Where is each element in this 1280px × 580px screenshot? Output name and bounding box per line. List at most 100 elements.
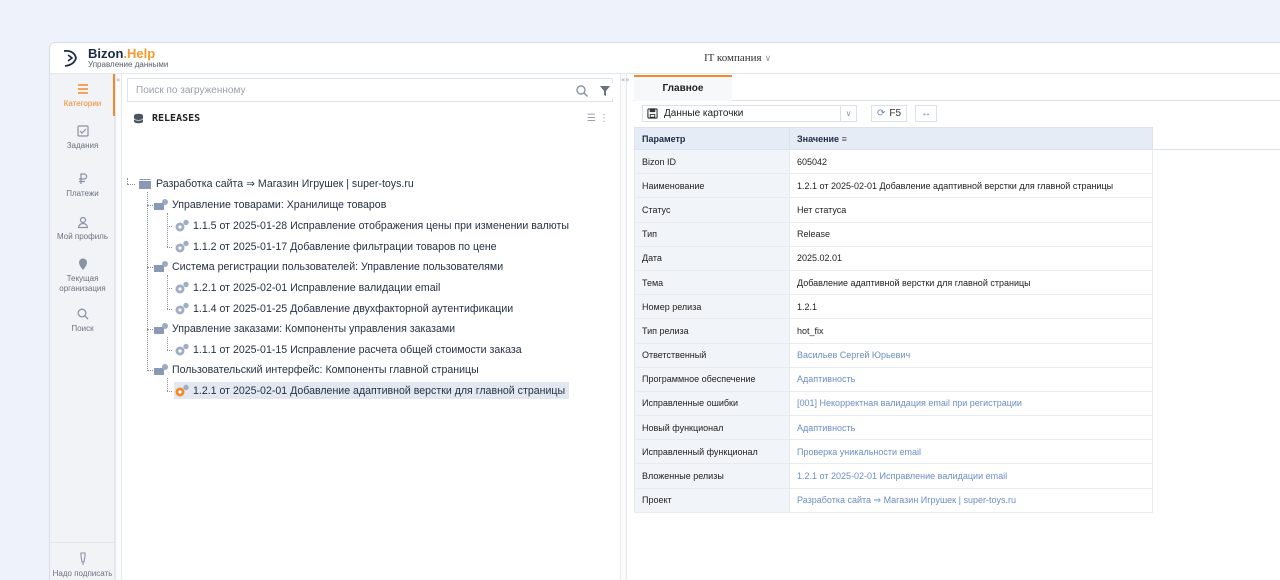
sidebar-item-search[interactable]: Поиск <box>50 307 115 334</box>
expand-horizontal-icon: ↔ <box>921 107 932 119</box>
column-header-param[interactable]: Параметр <box>634 127 790 150</box>
search-icon <box>77 308 88 320</box>
table-row[interactable]: Вложенные релизы 1.2.1 от 2025-02-01 Испр… <box>634 463 1280 489</box>
value-link[interactable]: Васильев Сергей Юрьевич <box>789 342 1153 368</box>
value-cell: 605042 <box>789 148 1153 175</box>
logo-subtitle: Управление данными <box>88 60 169 69</box>
search-field[interactable]: Поиск по загруженному <box>127 78 613 102</box>
table-row[interactable]: Статус Нет статуса <box>634 197 1280 223</box>
param-cell: Тема <box>634 269 790 296</box>
value-link[interactable]: Разработка сайта ⇒ Магазин Игрушек | sup… <box>789 487 1153 513</box>
tree-node-release[interactable]: 1.2.1 от 2025-02-01 Исправление валидаци… <box>174 279 440 296</box>
tree-node-release[interactable]: 1.1.2 от 2025-01-17 Добавление фильтраци… <box>174 238 497 255</box>
table-row[interactable]: Исправленные ошибки [001] Некорректная ва… <box>634 390 1280 417</box>
value-cell: 1.2.1 от 2025-02-01 Добавление адаптивно… <box>789 173 1153 199</box>
table-row[interactable]: Ответственный Васильев Сергей Юрьевич <box>634 342 1280 368</box>
group-icon <box>154 363 168 375</box>
sidebar-item-label: Задания <box>66 141 99 150</box>
param-cell: Дата <box>634 245 790 271</box>
table-row[interactable]: Bizon ID 605042 <box>634 148 1280 175</box>
sidebar-item-categories[interactable]: Категории <box>50 74 116 116</box>
tree-node-group[interactable]: Пользовательский интерфейс: Компоненты г… <box>153 361 479 378</box>
tree-title: RELEASES <box>133 113 200 124</box>
pen-icon <box>79 552 86 565</box>
sidebar-item-label: Надо подписать <box>52 569 113 578</box>
param-cell: Новый функционал <box>634 415 790 441</box>
tree-node-release[interactable]: 1.1.4 от 2025-01-25 Добавление двухфакто… <box>174 300 513 317</box>
tree-connector <box>167 350 172 351</box>
company-selector[interactable]: IT компания ∨ <box>704 52 771 64</box>
sidebar-divider <box>50 542 115 543</box>
hamburger-icon <box>77 84 88 94</box>
refresh-icon: ⟳ <box>877 107 886 119</box>
chevron-down-icon: ∨ <box>840 105 856 121</box>
left-splitter[interactable]: « <box>115 74 122 580</box>
sidebar-item-label: Поиск <box>71 324 94 333</box>
company-name: IT компания <box>704 52 762 64</box>
param-cell: Программное обеспечение <box>634 366 790 392</box>
tree-connector <box>167 247 172 248</box>
user-icon <box>77 216 88 229</box>
sidebar: Категории Задания Платежи Мой профиль Те… <box>50 74 116 580</box>
tree-panel: Поиск по загруженному RELEASES ☰ ⋮ Разра… <box>123 74 617 580</box>
value-link[interactable]: Адаптивность <box>789 415 1153 441</box>
sidebar-item-profile[interactable]: Мой профиль <box>50 215 115 242</box>
tree-connector <box>167 275 168 309</box>
logo[interactable]: Bizon.Help Управление данными <box>60 47 168 69</box>
tree-node-release[interactable]: 1.1.1 от 2025-01-15 Исправление расчета … <box>174 341 522 358</box>
tab-bar: Главное <box>633 74 1280 101</box>
tree-node-release[interactable]: 1.1.5 от 2025-01-28 Исправление отображе… <box>174 217 569 234</box>
filter-lines-icon[interactable]: ≡ <box>842 134 847 144</box>
tree-connector <box>167 309 172 310</box>
table-row[interactable]: Проект Разработка сайта ⇒ Магазин Игрушек… <box>634 487 1280 513</box>
tree-node-group[interactable]: Управление товарами: Хранилище товаров <box>153 196 386 213</box>
search-placeholder: Поиск по загруженному <box>136 85 246 96</box>
checkbox-icon <box>76 125 89 137</box>
middle-splitter[interactable]: «» <box>620 74 630 580</box>
table-row[interactable]: Тип релиза hot_fix <box>634 318 1280 344</box>
tab-main[interactable]: Главное <box>634 75 732 101</box>
tree-menu-icon[interactable]: ☰ ⋮ <box>587 113 609 124</box>
table-row[interactable]: Программное обеспечение Адаптивность <box>634 366 1280 392</box>
table-row[interactable]: Наименование 1.2.1 от 2025-02-01 Добавлен… <box>634 173 1280 199</box>
card-panel: Главное Данные карточки ∨ ⟳ F5 ↔ Параметр… <box>633 74 1280 580</box>
gear-icon <box>175 281 189 293</box>
tree-node-project[interactable]: Разработка сайта ⇒ Магазин Игрушек | sup… <box>137 175 414 192</box>
properties-table: Параметр Значение ≡ Bizon ID 605042 Наимен… <box>634 127 1280 513</box>
gear-icon <box>175 343 189 355</box>
sidebar-item-organization[interactable]: Текущая организация <box>50 257 115 294</box>
sidebar-item-label: Текущая организация <box>59 274 106 293</box>
group-icon <box>154 260 168 272</box>
tree-connector <box>167 226 172 227</box>
param-cell: Тип релиза <box>634 318 790 344</box>
sidebar-item-payments[interactable]: Платежи <box>50 172 115 199</box>
search-icon[interactable] <box>574 83 590 99</box>
table-row[interactable]: Тип Release <box>634 221 1280 247</box>
tree-node-release-selected[interactable]: 1.2.1 от 2025-02-01 Добавление адаптивно… <box>174 382 570 399</box>
value-link[interactable]: [001] Некорректная валидация email при р… <box>789 390 1153 417</box>
value-link[interactable]: 1.2.1 от 2025-02-01 Исправление валидаци… <box>789 463 1153 489</box>
param-cell: Вложенные релизы <box>634 463 790 489</box>
tree-node-group[interactable]: Система регистрации пользователей: Управ… <box>153 258 503 275</box>
value-link[interactable]: Адаптивность <box>789 366 1153 392</box>
sidebar-item-to-sign[interactable]: Надо подписать <box>50 552 115 579</box>
refresh-button[interactable]: ⟳ F5 <box>871 104 908 122</box>
sidebar-item-tasks[interactable]: Задания <box>50 124 115 151</box>
param-cell: Статус <box>634 197 790 223</box>
expand-width-button[interactable]: ↔ <box>915 104 938 122</box>
database-icon <box>133 113 144 124</box>
group-icon <box>154 322 168 334</box>
column-header-value[interactable]: Значение ≡ <box>789 127 1153 150</box>
table-row[interactable]: Новый функционал Адаптивность <box>634 415 1280 441</box>
filter-icon[interactable] <box>597 83 613 99</box>
param-cell: Исправленный функционал <box>634 439 790 465</box>
value-link[interactable]: Проверка уникальности email <box>789 439 1153 465</box>
tree-connector <box>167 288 172 289</box>
view-select[interactable]: Данные карточки ∨ <box>642 104 857 122</box>
table-row[interactable]: Дата 2025.02.01 <box>634 245 1280 271</box>
table-row[interactable]: Исправленный функционал Проверка уникальн… <box>634 439 1280 465</box>
table-row[interactable]: Номер релиза 1.2.1 <box>634 294 1280 320</box>
tree-node-group[interactable]: Управление заказами: Компоненты управлен… <box>153 320 455 337</box>
param-cell: Проект <box>634 487 790 513</box>
table-row[interactable]: Тема Добавление адаптивной верстки для гл… <box>634 269 1280 296</box>
